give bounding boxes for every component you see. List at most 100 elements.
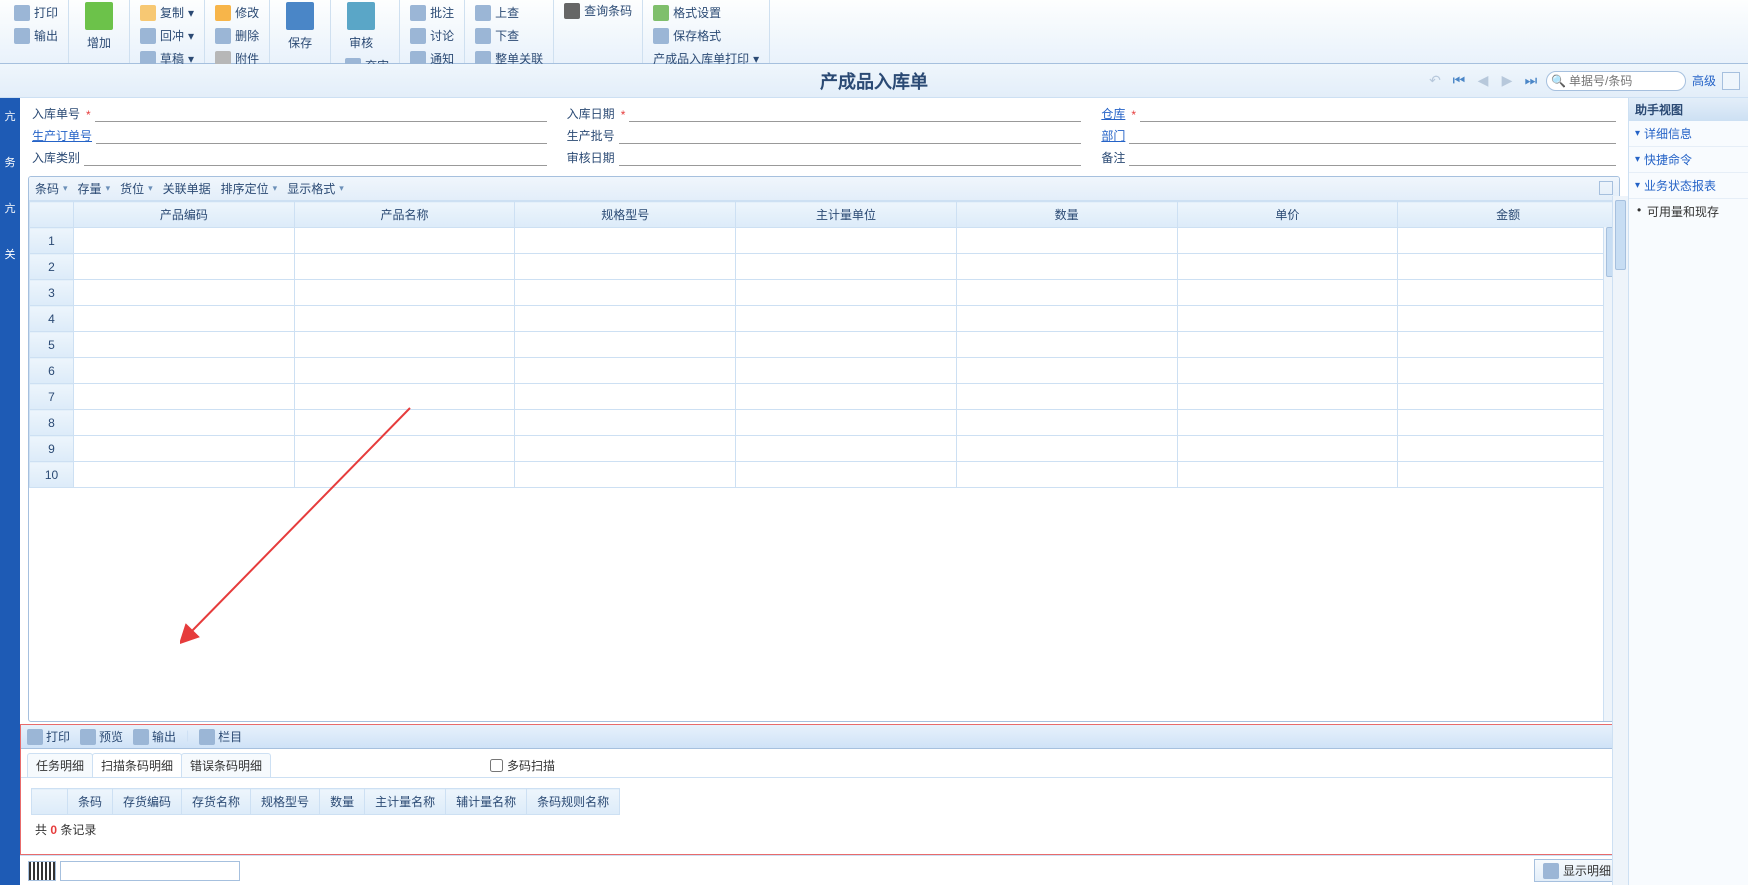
grid-cell[interactable] [515,254,736,280]
grid-column-header[interactable]: 规格型号 [515,202,736,228]
grid-cell[interactable] [1177,384,1398,410]
section-biz-report[interactable]: 业务状态报表 [1629,173,1748,199]
grid-cell[interactable] [1398,332,1619,358]
grid-cell[interactable] [1398,436,1619,462]
location-dropdown[interactable]: 货位 [120,180,153,197]
grid-cell[interactable] [74,462,295,488]
grid-cell[interactable] [956,280,1177,306]
grid-cell[interactable] [956,462,1177,488]
grid-cell[interactable] [736,410,957,436]
lower-column-header[interactable]: 存货名称 [182,789,251,815]
grid-cell[interactable] [736,462,957,488]
lower-column-header[interactable]: 存货编码 [113,789,182,815]
expand-icon[interactable] [1599,181,1613,195]
grid-cell[interactable] [736,332,957,358]
prodorder-input[interactable] [96,126,547,144]
grid-cell[interactable] [736,384,957,410]
grid-cell[interactable] [74,384,295,410]
grid-column-header[interactable]: 数量 [956,202,1177,228]
discuss-button[interactable]: 讨论 [406,25,458,46]
grid-cell[interactable] [1177,332,1398,358]
format-set-button[interactable]: 格式设置 [649,2,763,23]
detail-grid[interactable]: 产品编码产品名称规格型号主计量单位数量单价金额12345678910 [29,201,1619,721]
grid-column-header[interactable]: 金额 [1398,202,1619,228]
lower-preview-button[interactable]: 预览 [80,728,123,745]
grid-cell[interactable] [1398,410,1619,436]
grid-cell[interactable] [294,280,515,306]
dept-input[interactable] [1129,126,1616,144]
lower-column-header[interactable]: 条码 [68,789,113,815]
grid-cell[interactable] [294,306,515,332]
search-input[interactable] [1569,74,1677,88]
sidebar-tab[interactable]: 务 [0,154,20,170]
memo-input[interactable] [1129,148,1616,166]
last-record-icon[interactable]: ⏭ [1522,72,1540,90]
grid-cell[interactable] [294,410,515,436]
tab-task-detail[interactable]: 任务明细 [27,753,93,777]
grid-cell[interactable] [1398,358,1619,384]
list-view-icon[interactable] [1722,72,1740,90]
grid-cell[interactable] [1177,436,1398,462]
grid-cell[interactable] [956,436,1177,462]
billdate-input[interactable] [629,104,1081,122]
grid-cell[interactable] [294,462,515,488]
grid-cell[interactable] [515,332,736,358]
lower-export-button[interactable]: 输出 [133,728,176,745]
grid-cell[interactable] [74,358,295,384]
related-doc-button[interactable]: 关联单据 [163,180,211,197]
barcode-dropdown[interactable]: 条码 [35,180,68,197]
grid-cell[interactable] [294,436,515,462]
sort-dropdown[interactable]: 排序定位 [221,180,278,197]
grid-cell[interactable] [1398,384,1619,410]
grid-cell[interactable] [736,280,957,306]
grid-cell[interactable] [1177,280,1398,306]
warehouse-label[interactable]: 仓库 [1101,105,1125,122]
modify-button[interactable]: 修改 [211,2,263,23]
add-button[interactable]: 增加 [75,0,123,53]
barcode-input[interactable] [60,861,240,881]
grid-cell[interactable] [1177,410,1398,436]
save-format-button[interactable]: 保存格式 [649,25,763,46]
grid-cell[interactable] [1398,228,1619,254]
audit-button[interactable]: 审核 [337,0,385,53]
sidebar-tab[interactable]: 亢 [0,108,20,124]
search-box[interactable]: 🔍 [1546,71,1686,91]
grid-cell[interactable] [74,280,295,306]
trace-down-button[interactable]: 下查 [471,25,547,46]
print-button[interactable]: 打印 [10,2,62,23]
grid-cell[interactable] [515,306,736,332]
undo-nav-icon[interactable]: ↶ [1426,72,1444,90]
section-quick-cmd[interactable]: 快捷命令 [1629,147,1748,173]
grid-cell[interactable] [1398,462,1619,488]
copy-button[interactable]: 复制 ▾ [136,2,198,23]
grid-cell[interactable] [1398,280,1619,306]
first-record-icon[interactable]: ⏮ [1450,72,1468,90]
grid-cell[interactable] [956,306,1177,332]
grid-cell[interactable] [956,384,1177,410]
grid-cell[interactable] [515,228,736,254]
prev-record-icon[interactable]: ◀ [1474,72,1492,90]
grid-cell[interactable] [956,228,1177,254]
grid-cell[interactable] [956,332,1177,358]
grid-cell[interactable] [736,436,957,462]
warehouse-input[interactable] [1140,104,1616,122]
lower-column-header[interactable]: 辅计量名称 [446,789,527,815]
delete-button[interactable]: 删除 [211,25,263,46]
auditdate-input[interactable] [619,148,1082,166]
grid-column-header[interactable]: 单价 [1177,202,1398,228]
grid-cell[interactable] [74,254,295,280]
grid-cell[interactable] [1177,306,1398,332]
grid-cell[interactable] [515,280,736,306]
grid-column-header[interactable]: 产品编码 [74,202,295,228]
grid-cell[interactable] [515,436,736,462]
query-barcode-button[interactable]: 查询条码 [560,0,636,21]
prodorder-label[interactable]: 生产订单号 [32,127,92,144]
lower-column-header[interactable]: 数量 [320,789,365,815]
section-detail-info[interactable]: 详细信息 [1629,121,1748,147]
sidebar-tab[interactable]: 亢 [0,200,20,216]
grid-cell[interactable] [74,436,295,462]
right-item-avail[interactable]: 可用量和现存 [1629,199,1748,224]
advanced-link[interactable]: 高级 [1692,72,1716,89]
grid-cell[interactable] [294,384,515,410]
save-button[interactable]: 保存 [276,0,324,53]
